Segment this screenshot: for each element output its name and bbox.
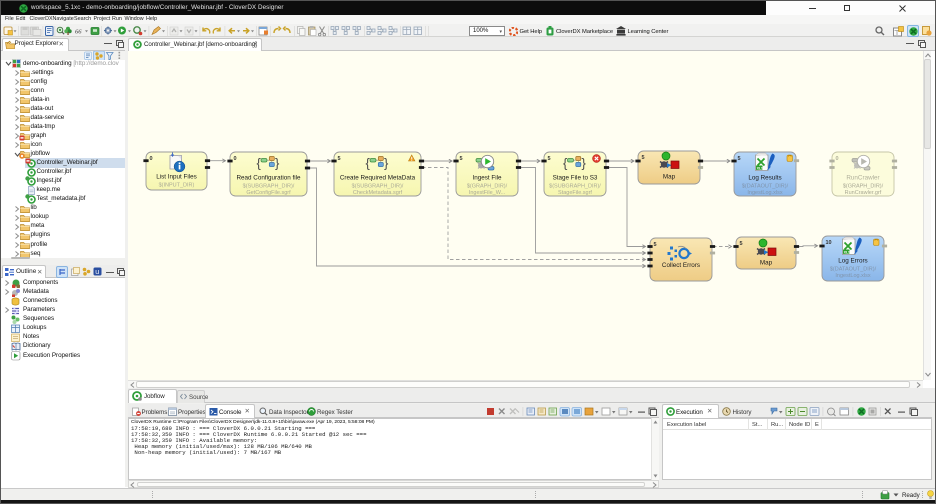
svg-text:10: 10 xyxy=(826,240,832,246)
svg-text:$(SUBGRAPH_DIR)/: $(SUBGRAPH_DIR)/ xyxy=(352,184,404,190)
svg-text:XLS: XLS xyxy=(757,166,765,170)
svg-text:5: 5 xyxy=(460,156,463,162)
svg-text:}: } xyxy=(384,156,389,171)
svg-text:IngestLog.xlsx: IngestLog.xlsx xyxy=(835,273,870,279)
svg-text:5: 5 xyxy=(654,242,657,248)
svg-text:IngestLog.xlsx: IngestLog.xlsx xyxy=(747,190,782,196)
svg-text:0: 0 xyxy=(836,156,839,162)
svg-text:GetConfigFile.sgrf: GetConfigFile.sgrf xyxy=(246,190,291,196)
svg-text:5: 5 xyxy=(740,241,743,247)
svg-text:Log Errors: Log Errors xyxy=(838,258,867,265)
svg-text:Create Required MetaData: Create Required MetaData xyxy=(340,175,416,182)
svg-text:{: { xyxy=(366,156,371,171)
svg-text:Collect Errors: Collect Errors xyxy=(662,262,700,269)
svg-text:u: u xyxy=(95,269,99,276)
svg-text:List Input Files: List Input Files xyxy=(156,174,197,181)
svg-text:$(DATAOUT_DIR)/: $(DATAOUT_DIR)/ xyxy=(742,184,789,190)
svg-text:0: 0 xyxy=(234,156,237,162)
svg-text:{: { xyxy=(257,156,262,171)
svg-text:5: 5 xyxy=(738,156,741,162)
svg-text:Log Results: Log Results xyxy=(748,175,781,182)
svg-text:Map: Map xyxy=(663,174,676,181)
svg-text:{: { xyxy=(563,156,568,171)
svg-text:5: 5 xyxy=(548,156,551,162)
svg-text:66: 66 xyxy=(75,28,82,35)
svg-text:XLS: XLS xyxy=(844,250,852,254)
svg-text:0: 0 xyxy=(150,156,153,162)
svg-text:5: 5 xyxy=(338,156,341,162)
svg-text:Read Configuration file: Read Configuration file xyxy=(236,175,301,182)
svg-text:$(INPUT_DIR): $(INPUT_DIR) xyxy=(159,183,195,189)
svg-text:$(GRAPH_DIR)/: $(GRAPH_DIR)/ xyxy=(843,184,884,190)
svg-text:RunCrawler.grf: RunCrawler.grf xyxy=(845,190,882,196)
svg-text:$(DATAOUT_DIR)/: $(DATAOUT_DIR)/ xyxy=(830,267,877,273)
svg-text:Map: Map xyxy=(760,260,773,267)
svg-text:Ingest File: Ingest File xyxy=(472,175,502,182)
svg-text:Stage File to S3: Stage File to S3 xyxy=(553,175,598,182)
svg-text:$(SUBGRAPH_DIR)/: $(SUBGRAPH_DIR)/ xyxy=(243,184,295,190)
svg-text:RunCrawler: RunCrawler xyxy=(846,175,879,182)
svg-text:$(GRAPH_DIR)/: $(GRAPH_DIR)/ xyxy=(467,184,508,190)
svg-text:StageFile.sgrf: StageFile.sgrf xyxy=(558,190,592,196)
svg-text:5: 5 xyxy=(642,155,645,161)
svg-text:$(SUBGRAPH_DIR)/: $(SUBGRAPH_DIR)/ xyxy=(549,184,601,190)
svg-text:}: } xyxy=(275,156,280,171)
svg-text:CheckMetadata.sgrf: CheckMetadata.sgrf xyxy=(353,190,403,196)
svg-text:IngestFile_W...: IngestFile_W... xyxy=(469,190,506,196)
svg-text:}: } xyxy=(582,156,587,171)
